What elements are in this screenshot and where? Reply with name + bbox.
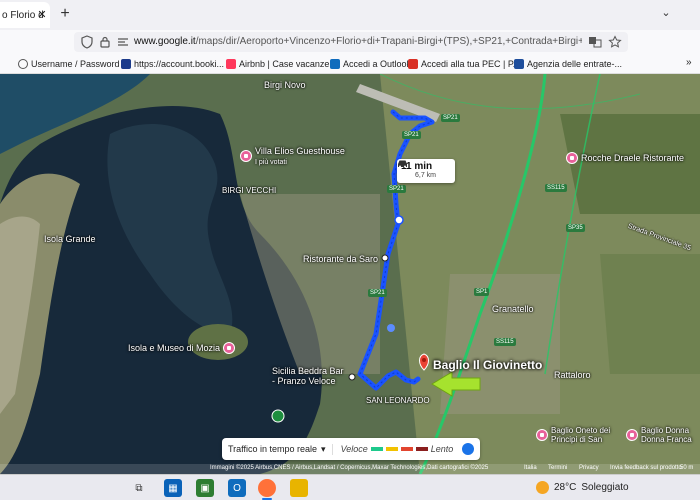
road-shield-sp35: SP35: [566, 224, 585, 232]
place-villa-elios[interactable]: Villa Elios Guesthouse I più votati: [240, 146, 345, 166]
satellite-map[interactable]: Birgi Novo BIRGI VECCHI Isola Grande Gra…: [0, 74, 700, 474]
bookmark-item[interactable]: https://account.booki...: [121, 58, 224, 70]
airbnb-icon: [226, 59, 236, 69]
bookmark-item[interactable]: Accedi a Outlook: [330, 58, 411, 70]
url-bar[interactable]: www.google.it/maps/dir/Aeroporto+Vincenz…: [74, 32, 628, 52]
dropdown-arrow-icon: ▾: [321, 443, 326, 454]
booking-icon: [121, 59, 131, 69]
road-shield-sp21: SP21: [368, 289, 387, 297]
road-shield-sp21: SP21: [441, 114, 460, 122]
outlook-icon: [330, 59, 340, 69]
outlook-icon[interactable]: O: [228, 479, 246, 497]
road-shield-sp1: SP1: [474, 288, 490, 296]
url-text[interactable]: www.google.it/maps/dir/Aeroporto+Vincenz…: [134, 36, 582, 48]
globe-icon: [18, 59, 28, 69]
road-shield-ss115: SS115: [494, 338, 516, 346]
footer-link-privacy[interactable]: Privacy: [579, 465, 599, 471]
store-icon[interactable]: ▣: [196, 479, 214, 497]
map-label-granatello: Granatello: [492, 304, 534, 314]
tab-strip: o Florio d ✕ + ⌄: [0, 0, 700, 30]
place-baglio-oneto[interactable]: Baglio Oneto dei Principi di San: [536, 426, 610, 444]
footer-link-feedback[interactable]: Invia feedback sul prodotto: [610, 465, 682, 471]
destination-label[interactable]: Baglio Il Giovinetto: [433, 358, 542, 372]
road-shield-sp21: SP21: [402, 131, 421, 139]
road-shield-ss115: SS115: [545, 184, 567, 192]
permissions-icon[interactable]: [116, 35, 130, 49]
file-explorer-icon[interactable]: [290, 479, 308, 497]
map-label-birgi-novo: Birgi Novo: [264, 80, 306, 90]
museum-pin-icon: [223, 342, 236, 354]
map-attribution-bar: Immagini ©2025 Airbus,CNES / Airbus,Land…: [0, 464, 700, 474]
bookmark-item[interactable]: Username / Password ...: [18, 58, 130, 70]
bookmark-star-icon[interactable]: [608, 35, 622, 49]
traffic-dropdown-button[interactable]: Traffico in tempo reale ▾: [228, 443, 333, 455]
traffic-bar-slow: [400, 447, 413, 451]
temperature: 28°C: [554, 482, 577, 493]
firefox-icon[interactable]: [258, 479, 276, 497]
place-sicilia-beddra[interactable]: Sicilia Beddra Bar - Pranzo Veloce: [272, 366, 344, 386]
sun-icon: [536, 481, 549, 494]
traffic-toggle[interactable]: [462, 443, 474, 455]
bookmark-item[interactable]: Accedi alla tua PEC | P...: [408, 58, 520, 70]
bookmarks-bar: Username / Password ... https://account.…: [0, 54, 700, 74]
windows-taskbar: ⧉ ▦ ▣ O 28°C Soleggiato: [0, 474, 700, 500]
map-label-birgi-vecchi: BIRGI VECCHI: [222, 186, 277, 195]
place-mozia[interactable]: Isola e Museo di Mozia: [128, 342, 236, 354]
tab-list-chevron-icon[interactable]: ⌄: [660, 6, 672, 22]
place-ristorante-da-saro[interactable]: Ristorante da Saro: [303, 254, 378, 264]
shield-icon[interactable]: [80, 35, 94, 49]
footer-link-italia[interactable]: Italia: [524, 465, 537, 471]
road-shield-sp21: SP21: [387, 185, 406, 193]
map-label-rattaloro: Rattaloro: [554, 370, 591, 380]
traffic-bar-medium: [385, 447, 398, 451]
park-icon[interactable]: [271, 409, 285, 423]
agenzia-icon: [514, 59, 524, 69]
map-scale[interactable]: 50 m: [680, 465, 693, 471]
traffic-bar-fast: [370, 447, 383, 451]
route-info-card[interactable]: 11 min 6,7 km: [397, 159, 455, 183]
restaurant-pin-icon: [566, 152, 578, 164]
bookmark-item[interactable]: Airbnb | Case vacanze,...: [226, 58, 339, 70]
bookmarks-overflow-icon[interactable]: »: [686, 57, 692, 68]
attribution-text: Immagini ©2025 Airbus,CNES / Airbus,Land…: [210, 465, 489, 471]
hotel-pin-icon: [536, 429, 548, 441]
car-icon: [398, 160, 407, 168]
place-rocche-draele[interactable]: Rocche Draele Ristorante: [566, 152, 684, 164]
lock-icon[interactable]: [98, 35, 112, 49]
translate-icon[interactable]: [588, 35, 602, 49]
bookmark-item[interactable]: Agenzia delle entrate-...: [514, 58, 622, 70]
traffic-legend: Veloce Lento: [340, 444, 454, 454]
weather-widget[interactable]: 28°C Soleggiato: [536, 481, 629, 494]
weather-condition: Soleggiato: [581, 482, 629, 493]
traffic-bar-very-slow: [415, 447, 428, 451]
task-view-icon[interactable]: ⧉: [130, 479, 148, 497]
route-distance: 6,7 km: [415, 172, 437, 179]
map-label-isola-grande: Isola Grande: [44, 234, 96, 244]
map-imagery: [0, 74, 700, 474]
navigation-bar: www.google.it/maps/dir/Aeroporto+Vincenz…: [0, 30, 700, 54]
browser-tab-active[interactable]: o Florio d ✕: [0, 2, 50, 28]
pec-icon: [408, 59, 418, 69]
widgets-icon[interactable]: ▦: [164, 479, 182, 497]
map-label-san-leonardo: SAN LEONARDO: [366, 396, 430, 405]
close-icon[interactable]: ✕: [36, 8, 48, 22]
new-tab-button[interactable]: +: [58, 6, 72, 22]
traffic-control: Traffico in tempo reale ▾ Veloce Lento: [222, 438, 480, 460]
hotel-pin-icon: [626, 429, 638, 441]
hotel-pin-icon: [240, 150, 252, 162]
place-donna-franca[interactable]: Baglio Donna Donna Franca: [626, 426, 692, 444]
footer-link-termini[interactable]: Termini: [548, 465, 567, 471]
